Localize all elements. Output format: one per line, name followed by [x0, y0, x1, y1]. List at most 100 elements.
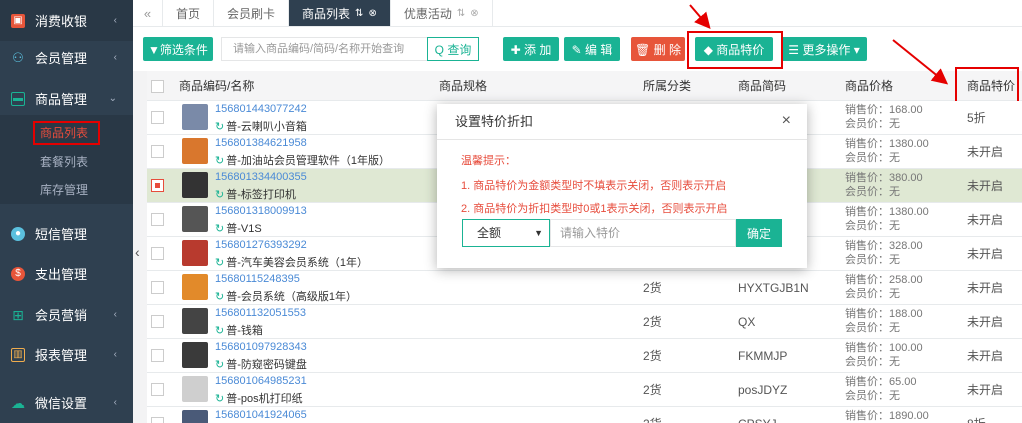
- query-button[interactable]: Q 查询: [427, 37, 479, 61]
- sidebar-item-members[interactable]: ⚇ 会员管理 ‹: [0, 37, 133, 78]
- refresh-icon[interactable]: ⇅: [457, 8, 465, 19]
- product-price: 销售价：1890.00会员价：1750.00: [845, 409, 929, 423]
- table-row[interactable]: 15680115248395 ↻ 普-会员系统（高级版1年） 2货 HYXTGJB1N 销…: [139, 271, 1022, 305]
- product-thumbnail: [182, 342, 208, 368]
- collapse-bar[interactable]: ‹: [133, 71, 147, 423]
- product-special-price: 5折: [967, 111, 986, 125]
- sidebar-item-label: 微信设置: [35, 396, 88, 411]
- member-price: 会员价：无: [845, 186, 900, 198]
- product-price: 销售价：100.00 会员价：无: [845, 341, 923, 369]
- sidebar-subitem-inventory[interactable]: 库存管理: [0, 178, 133, 202]
- toolbar: ▼筛选条件 请输入商品编码/简码/名称开始查询 Q 查询 ✚ 添 加 ✎ 编 辑…: [133, 27, 1022, 71]
- tab-member-card[interactable]: 会员刷卡: [214, 0, 290, 26]
- refresh-icon: ↻: [215, 325, 225, 337]
- collapse-nav-icon[interactable]: «: [133, 0, 163, 26]
- sidebar-subitem-package-list[interactable]: 套餐列表: [0, 150, 133, 174]
- row-checkbox[interactable]: [151, 247, 164, 260]
- search-input[interactable]: 请输入商品编码/简码/名称开始查询: [221, 37, 458, 61]
- close-icon[interactable]: ⊗: [470, 8, 478, 19]
- chevron-left-icon: ‹: [113, 349, 117, 360]
- tab-promotions[interactable]: 优惠活动 ⇅ ⊗: [391, 0, 493, 26]
- more-actions-button[interactable]: ☰ 更多操作 ▾: [781, 37, 867, 61]
- sidebar-item-expenses[interactable]: $ 支出管理: [0, 253, 133, 294]
- highlight-box: [955, 67, 1019, 103]
- box-icon: ▬: [11, 91, 25, 106]
- product-thumbnail: [182, 410, 208, 423]
- product-shortcode: FKMMJP: [738, 349, 788, 363]
- refresh-icon: ↻: [215, 257, 225, 269]
- message-icon: ●: [11, 226, 25, 241]
- tip-line-2: 2. 商品特价为折扣类型时0或1表示关闭，否则表示开启: [461, 203, 728, 215]
- row-checkbox[interactable]: [151, 145, 164, 158]
- sidebar-item-label: 支出管理: [35, 267, 88, 282]
- product-shortcode: CPSYJ: [738, 407, 777, 423]
- sale-price: 销售价：65.00: [845, 376, 917, 388]
- tab-product-list[interactable]: 商品列表 ⇅ ⊗: [289, 0, 391, 26]
- row-checkbox[interactable]: [151, 417, 164, 423]
- sidebar-item-wechat[interactable]: ☁ 微信设置 ‹: [0, 382, 133, 423]
- close-icon[interactable]: ×: [782, 112, 791, 130]
- sidebar-item-reports[interactable]: ▥ 报表管理 ‹: [0, 334, 133, 375]
- row-checkbox[interactable]: [151, 383, 164, 396]
- product-shortcode: QX: [738, 315, 756, 329]
- refresh-icon: ↻: [215, 189, 225, 201]
- sale-price: 销售价：188.00: [845, 308, 923, 320]
- product-code: 156801318009913: [215, 205, 307, 217]
- product-code: 156801443077242: [215, 103, 307, 115]
- row-checkbox[interactable]: [151, 111, 164, 124]
- chevron-left-icon: ‹: [113, 309, 117, 320]
- row-checkbox[interactable]: [151, 281, 164, 294]
- product-thumbnail: [182, 308, 208, 334]
- product-shortcode: HYXTGJB1N: [738, 281, 809, 295]
- wechat-icon: ☁: [11, 394, 25, 411]
- sidebar-item-marketing[interactable]: ⊞ 会员营销 ‹: [0, 294, 133, 335]
- product-code: 156801132051553: [215, 307, 306, 319]
- close-icon[interactable]: ⊗: [368, 8, 376, 19]
- row-checkbox[interactable]: [151, 179, 164, 192]
- row-checkbox[interactable]: [151, 315, 164, 328]
- sidebar-item-products[interactable]: ▬ 商品管理 ⌄: [0, 78, 133, 119]
- confirm-button[interactable]: 确定: [736, 219, 782, 247]
- column-header: 商品规格: [439, 79, 488, 93]
- price-type-select[interactable]: 全额 ▼: [462, 219, 550, 247]
- refresh-icon: ↻: [215, 291, 225, 303]
- table-row[interactable]: 156801041924065↻普-触屏收银机2货CPSYJ销售价：1890.0…: [139, 407, 1022, 423]
- tab-bar: « 首页 会员刷卡 商品列表 ⇅ ⊗ 优惠活动 ⇅ ⊗: [133, 0, 1022, 27]
- table-row[interactable]: 156801132051553 ↻ 普-钱箱 2货 QX 销售价：188.00 会员价：无 未…: [139, 305, 1022, 339]
- product-thumbnail: [182, 206, 208, 232]
- select-all-checkbox[interactable]: [151, 80, 164, 93]
- sidebar-item-sms[interactable]: ● 短信管理: [0, 213, 133, 254]
- product-thumbnail: [182, 274, 208, 300]
- edit-button[interactable]: ✎ 编 辑: [564, 37, 620, 61]
- table-row[interactable]: 156801064985231 ↻ 普-pos机打印纸 2货 posJDYZ 销售价：65…: [139, 373, 1022, 407]
- highlight-box: [33, 121, 100, 145]
- product-name-text: 普-加油站会员管理软件（1年版）: [226, 155, 390, 167]
- refresh-icon[interactable]: ⇅: [355, 8, 363, 19]
- product-thumbnail: [182, 240, 208, 266]
- tab-home[interactable]: 首页: [163, 0, 215, 26]
- sale-price: 销售价：258.00: [845, 274, 923, 286]
- add-button[interactable]: ✚ 添 加: [503, 37, 559, 61]
- product-code: 156801064985231: [215, 375, 307, 387]
- chevron-down-icon: ⌄: [108, 93, 117, 104]
- column-header: 商品价格: [845, 79, 894, 93]
- product-price: 销售价：1380.00 会员价：无: [845, 137, 929, 165]
- product-thumbnail: [182, 376, 208, 402]
- special-price-input[interactable]: 请输入特价: [550, 219, 736, 247]
- sidebar-item-label: 消费收银: [35, 14, 88, 29]
- row-checkbox[interactable]: [151, 349, 164, 362]
- product-name-text: 普-云喇叭小音箱: [226, 121, 307, 133]
- row-checkbox[interactable]: [151, 213, 164, 226]
- sidebar-item-checkout[interactable]: ▣ 消费收银 ‹: [0, 0, 133, 41]
- users-icon: ⚇: [12, 49, 24, 65]
- filter-button[interactable]: ▼筛选条件: [143, 37, 213, 61]
- product-name-text: 普-钱箱: [226, 325, 263, 337]
- product-category: 2货: [643, 281, 662, 295]
- refresh-icon: ↻: [215, 223, 225, 235]
- product-thumbnail: [182, 138, 208, 164]
- chevron-left-icon: ‹: [113, 397, 117, 408]
- delete-button[interactable]: 🗑 删 除: [631, 37, 685, 61]
- sidebar-item-label: 会员管理: [35, 51, 88, 66]
- table-row[interactable]: 156801097928343 ↻ 普-防窥密码键盘 2货 FKMMJP 销售价：100.…: [139, 339, 1022, 373]
- sale-price: 销售价：328.00: [845, 240, 923, 252]
